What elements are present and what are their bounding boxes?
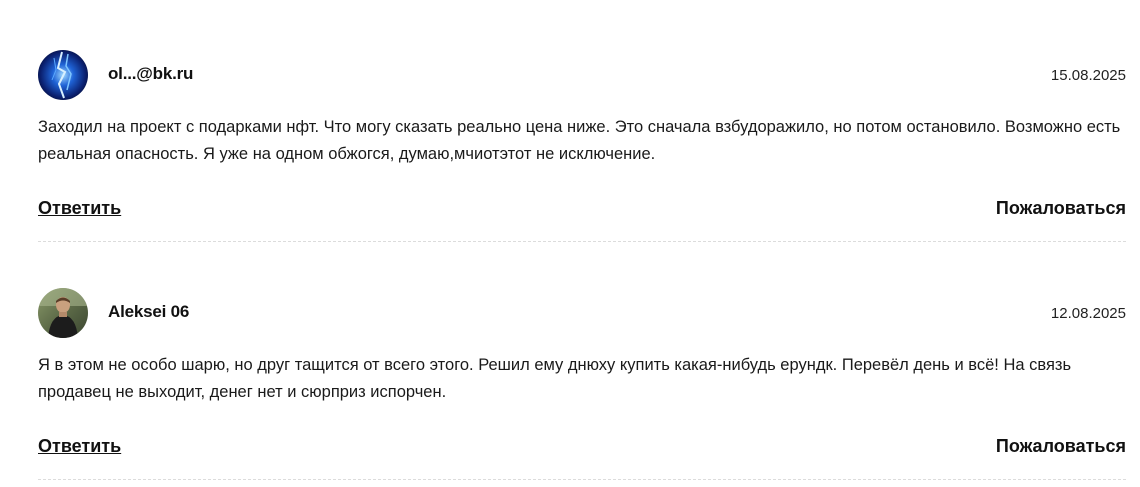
avatar [38,50,88,100]
comment-author: ol...@bk.ru [108,64,194,83]
comment-item: ol...@bk.ru 15.08.2025 Заходил на проект… [38,50,1126,242]
comment-text: Заходил на проект с подарками нфт. Что м… [38,118,1121,163]
comment-actions: Ответить Пожаловаться [38,436,1126,460]
comment-author: Aleksei 06 [108,302,190,321]
comment-header: Aleksei 06 12.08.2025 [38,288,1126,338]
divider [38,479,1126,480]
avatar [38,288,88,338]
divider [38,241,1126,242]
blue-lightning-avatar-icon [38,50,88,100]
comment-header: ol...@bk.ru 15.08.2025 [38,50,1126,100]
report-link[interactable]: Пожаловаться [996,436,1126,457]
reply-link[interactable]: Ответить [38,198,121,219]
report-link[interactable]: Пожаловаться [996,198,1126,219]
person-photo-avatar-icon [38,288,88,338]
comment-date: 15.08.2025 [1050,67,1126,84]
comment-text: Я в этом не особо шарю, но друг тащится … [38,356,1072,401]
comment-actions: Ответить Пожаловаться [38,198,1126,222]
comment-item: Aleksei 06 12.08.2025 Я в этом не особо … [38,288,1126,480]
reply-link[interactable]: Ответить [38,436,121,457]
comments-list: ol...@bk.ru 15.08.2025 Заходил на проект… [0,0,1140,487]
comment-date: 12.08.2025 [1050,305,1126,322]
